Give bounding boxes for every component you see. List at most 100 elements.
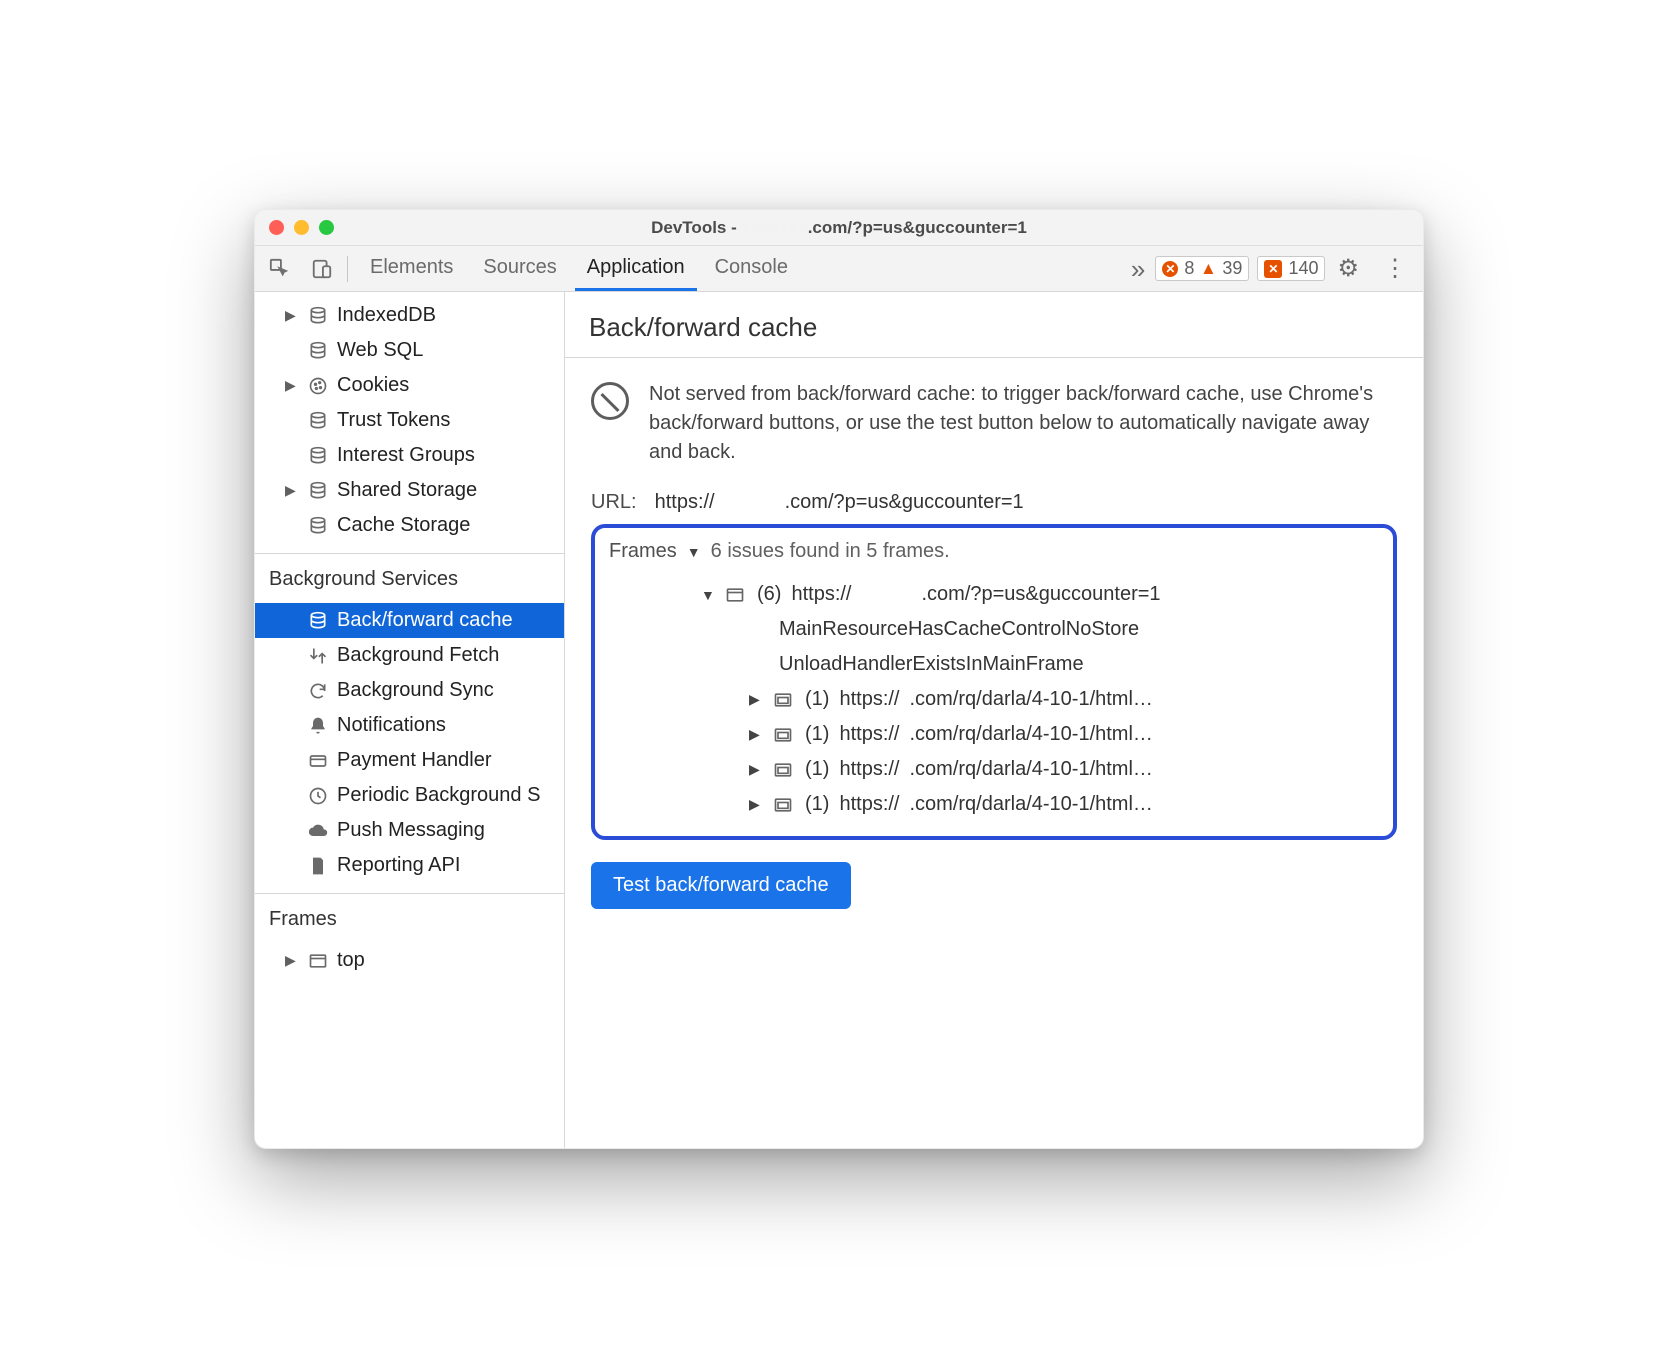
- sidebar-item-frame-top[interactable]: ▶ top: [255, 943, 564, 978]
- sidebar-label: Back/forward cache: [337, 609, 513, 632]
- database-icon: [307, 481, 329, 501]
- tab-console[interactable]: Console: [703, 246, 800, 291]
- database-icon: [307, 611, 329, 631]
- frame-count: (1): [805, 688, 829, 711]
- card-icon: [307, 751, 329, 771]
- sidebar-item-cache-storage[interactable]: ▶ Cache Storage: [255, 508, 564, 543]
- minimize-window-button[interactable]: [294, 220, 309, 235]
- sidebar-item-reporting-api[interactable]: ▶ Reporting API: [255, 848, 564, 883]
- sidebar-label: Reporting API: [337, 854, 460, 877]
- sidebar-item-shared-storage[interactable]: ▶ Shared Storage: [255, 473, 564, 508]
- frame-child-row[interactable]: ▶ (1) https://x.com/rq/darla/4-10-1/html…: [609, 682, 1379, 717]
- sidebar-label: Background Sync: [337, 679, 494, 702]
- sidebar-item-trust-tokens[interactable]: ▶ Trust Tokens: [255, 403, 564, 438]
- application-sidebar[interactable]: ▶ IndexedDB ▶ Web SQL ▶ Cookies ▶: [255, 292, 565, 1148]
- expand-triangle-icon: ▶: [749, 761, 763, 778]
- sidebar-label: Background Fetch: [337, 644, 499, 667]
- devtools-window: DevTools - xxxxxxx.com/?p=us&guccounter=…: [254, 209, 1424, 1149]
- more-options-kebab-icon[interactable]: ⋮: [1371, 254, 1419, 283]
- sidebar-item-cookies[interactable]: ▶ Cookies: [255, 368, 564, 403]
- bfcache-reason: MainResourceHasCacheControlNoStore: [609, 612, 1379, 647]
- inspect-element-icon[interactable]: [259, 252, 301, 286]
- error-icon: ✕: [1162, 261, 1178, 277]
- iframe-icon: [773, 725, 795, 745]
- notice-text: Not served from back/forward cache: to t…: [649, 380, 1397, 467]
- sidebar-label: Push Messaging: [337, 819, 485, 842]
- database-icon: [307, 306, 329, 326]
- frame-child-row[interactable]: ▶ (1) https://x.com/rq/darla/4-10-1/html…: [609, 752, 1379, 787]
- issues-box: Frames ▼ 6 issues found in 5 frames. ▼ (…: [591, 524, 1397, 840]
- panel-tabs: Elements Sources Application Console: [358, 246, 1121, 291]
- database-icon: [307, 516, 329, 536]
- ban-icon: [591, 382, 629, 420]
- message-icon: ✕: [1264, 260, 1282, 278]
- sidebar-label: Trust Tokens: [337, 409, 450, 432]
- more-tabs-chevron-icon[interactable]: »: [1121, 256, 1155, 282]
- frame-child-row[interactable]: ▶ (1) https://x.com/rq/darla/4-10-1/html…: [609, 787, 1379, 822]
- cloud-icon: [307, 821, 329, 841]
- mac-titlebar: DevTools - xxxxxxx.com/?p=us&guccounter=…: [255, 210, 1423, 246]
- bfcache-reason: UnloadHandlerExistsInMainFrame: [609, 647, 1379, 682]
- bell-icon: [307, 716, 329, 736]
- close-window-button[interactable]: [269, 220, 284, 235]
- database-icon: [307, 446, 329, 466]
- errors-warnings-chip[interactable]: ✕ 8 ▲ 39: [1155, 256, 1249, 281]
- sidebar-label: Cache Storage: [337, 514, 470, 537]
- window-title: DevTools - xxxxxxx.com/?p=us&guccounter=…: [255, 218, 1423, 238]
- device-toolbar-icon[interactable]: [301, 252, 343, 286]
- frame-count: (6): [757, 583, 781, 606]
- iframe-icon: [773, 795, 795, 815]
- frame-child-row[interactable]: ▶ (1) https://x.com/rq/darla/4-10-1/html…: [609, 717, 1379, 752]
- test-bfcache-button[interactable]: Test back/forward cache: [591, 862, 851, 909]
- frame-url: https://xxxxxxx.com/?p=us&guccounter=1: [791, 583, 1160, 606]
- iframe-icon: [773, 690, 795, 710]
- database-icon: [307, 341, 329, 361]
- sidebar-label: Periodic Background S: [337, 784, 540, 807]
- sidebar-item-periodic-bg-sync[interactable]: ▶ Periodic Background S: [255, 778, 564, 813]
- frame-root-row[interactable]: ▼ (6) https://xxxxxxx.com/?p=us&guccount…: [609, 577, 1379, 612]
- expand-triangle-icon: ▶: [749, 796, 763, 813]
- url-label: URL:: [591, 491, 637, 514]
- document-icon: [307, 856, 329, 876]
- tab-elements[interactable]: Elements: [358, 246, 465, 291]
- frame-url: https://x.com/rq/darla/4-10-1/html…: [839, 688, 1152, 711]
- bg-services-tree: ▶ Back/forward cache ▶ Background Fetch …: [255, 597, 564, 883]
- issues-header[interactable]: Frames ▼ 6 issues found in 5 frames.: [609, 540, 1379, 563]
- frame-icon: [307, 951, 329, 971]
- sidebar-item-bfcache[interactable]: ▶ Back/forward cache: [255, 603, 564, 638]
- sidebar-item-payment-handler[interactable]: ▶ Payment Handler: [255, 743, 564, 778]
- devtools-toolbar: Elements Sources Application Console » ✕…: [255, 246, 1423, 292]
- collapse-triangle-icon: ▼: [701, 587, 715, 603]
- expand-arrow-icon: ▶: [285, 307, 299, 324]
- sidebar-section-background-services: Background Services: [255, 556, 564, 597]
- sidebar-item-bg-fetch[interactable]: ▶ Background Fetch: [255, 638, 564, 673]
- sidebar-item-interest-groups[interactable]: ▶ Interest Groups: [255, 438, 564, 473]
- sidebar-item-push-messaging[interactable]: ▶ Push Messaging: [255, 813, 564, 848]
- frame-url: https://x.com/rq/darla/4-10-1/html…: [839, 793, 1152, 816]
- sidebar-section-frames: Frames: [255, 896, 564, 937]
- sidebar-label: Cookies: [337, 374, 409, 397]
- tab-sources[interactable]: Sources: [471, 246, 568, 291]
- sidebar-label: Payment Handler: [337, 749, 492, 772]
- sidebar-label: Web SQL: [337, 339, 423, 362]
- status-chips: ✕ 8 ▲ 39 ✕ 140: [1155, 256, 1325, 281]
- frames-label: Frames: [609, 540, 677, 563]
- tab-application[interactable]: Application: [575, 246, 697, 291]
- messages-chip[interactable]: ✕ 140: [1257, 256, 1325, 281]
- sidebar-item-indexeddb[interactable]: ▶ IndexedDB: [255, 298, 564, 333]
- warning-icon: ▲: [1200, 261, 1216, 277]
- sidebar-item-bg-sync[interactable]: ▶ Background Sync: [255, 673, 564, 708]
- zoom-window-button[interactable]: [319, 220, 334, 235]
- warning-count: 39: [1222, 258, 1242, 279]
- clock-icon: [307, 786, 329, 806]
- frames-tree: ▶ top: [255, 937, 564, 978]
- sidebar-item-notifications[interactable]: ▶ Notifications: [255, 708, 564, 743]
- settings-gear-icon[interactable]: ⚙: [1325, 254, 1371, 283]
- sidebar-item-websql[interactable]: ▶ Web SQL: [255, 333, 564, 368]
- sidebar-label: Shared Storage: [337, 479, 477, 502]
- sidebar-label: IndexedDB: [337, 304, 436, 327]
- url-row: URL: https://xxxxxxx.com/?p=us&guccounte…: [591, 491, 1397, 514]
- toolbar-divider: [347, 256, 348, 282]
- page-title: Back/forward cache: [565, 292, 1423, 358]
- window-frame-icon: [725, 585, 747, 605]
